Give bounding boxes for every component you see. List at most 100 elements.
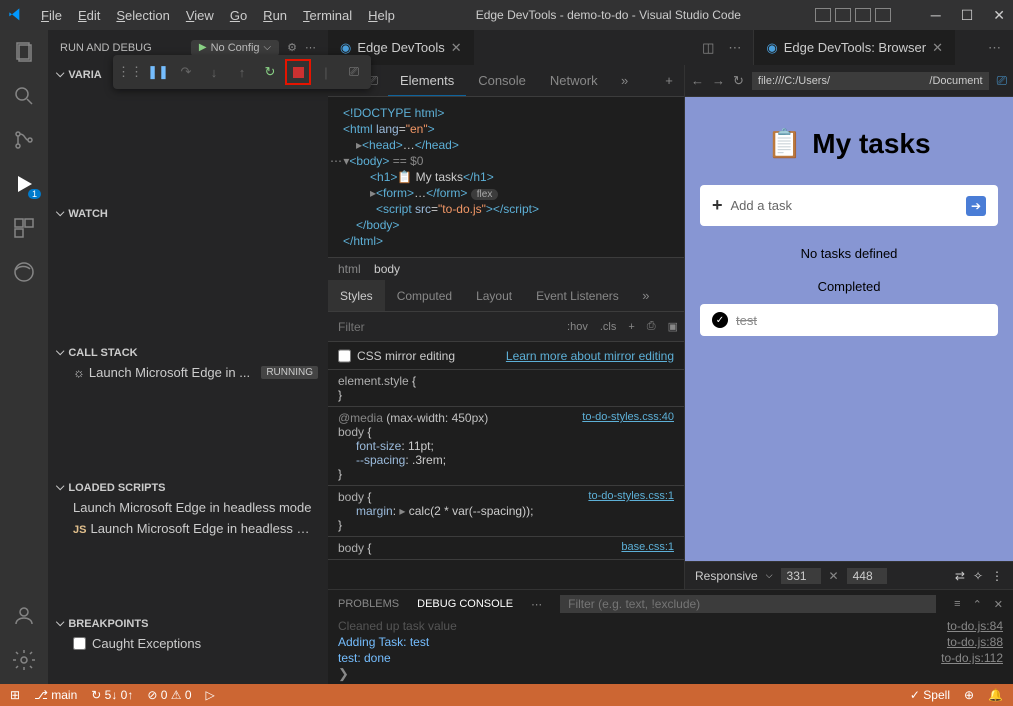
- minimize-button[interactable]: ─: [931, 7, 941, 24]
- hov-button[interactable]: :hov: [561, 321, 594, 333]
- account-icon[interactable]: [12, 604, 36, 628]
- chevron-icon[interactable]: »: [610, 73, 640, 88]
- spell-indicator[interactable]: ✓ Spell: [910, 688, 950, 702]
- menu-view[interactable]: View: [179, 4, 221, 27]
- menu-run[interactable]: Run: [256, 4, 294, 27]
- console-filter[interactable]: [560, 595, 936, 613]
- explorer-icon[interactable]: [12, 40, 36, 64]
- styles-tab[interactable]: Styles: [328, 280, 385, 311]
- listeners-tab[interactable]: Event Listeners: [524, 280, 631, 311]
- layout-icon[interactable]: [875, 8, 891, 22]
- network-tab[interactable]: Network: [538, 65, 610, 96]
- menu-file[interactable]: File: [34, 4, 69, 27]
- bell-icon[interactable]: 🔔: [988, 688, 1003, 702]
- run-debug-icon[interactable]: 1: [12, 172, 36, 196]
- screencast-icon[interactable]: ⎚: [997, 73, 1007, 89]
- chevron-icon[interactable]: »: [631, 288, 661, 303]
- menu-go[interactable]: Go: [223, 4, 254, 27]
- sync-indicator[interactable]: ↻ 5↓ 0↑: [91, 688, 133, 702]
- breadcrumb[interactable]: html body: [328, 257, 684, 280]
- step-over-icon[interactable]: ↷: [173, 59, 199, 85]
- grip-icon[interactable]: ⋮⋮: [117, 59, 143, 85]
- elements-tab[interactable]: Elements: [388, 65, 466, 96]
- rendered-page[interactable]: 📋My tasks + Add a task ➔ No tasks define…: [685, 97, 1013, 561]
- split-icon[interactable]: ◫: [702, 40, 714, 56]
- edge-icon[interactable]: [12, 260, 36, 284]
- more-icon[interactable]: ⋯: [305, 41, 316, 54]
- errors-indicator[interactable]: ⊘ 0 ⚠ 0: [147, 688, 191, 702]
- submit-icon[interactable]: ➔: [966, 196, 986, 216]
- source-control-icon[interactable]: [12, 128, 36, 152]
- loaded-scripts-section[interactable]: ⌵LOADED SCRIPTS: [48, 478, 328, 497]
- print-icon[interactable]: ⎙: [641, 320, 662, 333]
- more-icon[interactable]: ⋮: [991, 569, 1003, 583]
- mirror-link[interactable]: Learn more about mirror editing: [506, 349, 674, 363]
- callstack-section[interactable]: ⌵CALL STACK: [48, 343, 328, 362]
- more-icon[interactable]: ⋯: [531, 598, 542, 611]
- menu-edit[interactable]: Edit: [71, 4, 107, 27]
- menu-help[interactable]: Help: [361, 4, 402, 27]
- mirror-checkbox[interactable]: [338, 349, 351, 363]
- watch-section[interactable]: ⌵WATCH: [48, 204, 328, 223]
- stop-icon[interactable]: [285, 59, 311, 85]
- url-bar[interactable]: file:///C:/Users//Document: [752, 72, 989, 90]
- menu-selection[interactable]: Selection: [109, 4, 176, 27]
- css-rules[interactable]: element.style {} to-do-styles.css:40 @me…: [328, 370, 684, 589]
- close-icon[interactable]: ✕: [994, 598, 1003, 611]
- more-icon[interactable]: ⋯: [988, 40, 1001, 56]
- add-task-input[interactable]: + Add a task ➔: [700, 185, 998, 226]
- layout-tab[interactable]: Layout: [464, 280, 524, 311]
- config-dropdown[interactable]: ▶No Config⌵: [191, 40, 279, 56]
- width-input[interactable]: 331: [781, 568, 821, 584]
- screencast-icon[interactable]: ⎚: [341, 59, 367, 85]
- styles-filter[interactable]: [328, 320, 561, 334]
- layout-icon[interactable]: [835, 8, 851, 22]
- rotate-icon[interactable]: ⇄: [955, 569, 965, 583]
- plus-icon[interactable]: +: [654, 73, 684, 88]
- search-icon[interactable]: [12, 84, 36, 108]
- layout-icon[interactable]: [815, 8, 831, 22]
- loaded-script[interactable]: Launch Microsoft Edge in headless mode: [48, 497, 328, 518]
- plus-icon[interactable]: +: [622, 321, 640, 333]
- console-prompt[interactable]: ❯: [328, 664, 1013, 684]
- step-out-icon[interactable]: ↑: [229, 59, 255, 85]
- close-button[interactable]: ✕: [993, 7, 1005, 24]
- gear-icon[interactable]: ⚙: [287, 41, 297, 54]
- problems-tab[interactable]: PROBLEMS: [338, 598, 399, 610]
- branch-indicator[interactable]: ⎇ main: [34, 688, 77, 702]
- feedback-icon[interactable]: ⊕: [964, 688, 974, 702]
- settings-icon[interactable]: [12, 648, 36, 672]
- close-icon[interactable]: ✕: [451, 40, 462, 56]
- extensions-icon[interactable]: [12, 216, 36, 240]
- maximize-button[interactable]: ☐: [961, 7, 974, 24]
- restart-icon[interactable]: ↻: [257, 59, 283, 85]
- reload-icon[interactable]: ↻: [733, 73, 744, 89]
- chevron-up-icon[interactable]: ⌃: [973, 598, 982, 611]
- callstack-item[interactable]: ☼Launch Microsoft Edge in ... RUNNING: [48, 362, 328, 383]
- computed-tab[interactable]: Computed: [385, 280, 464, 311]
- task-item[interactable]: ✓ test: [700, 304, 998, 336]
- close-icon[interactable]: ✕: [932, 40, 943, 56]
- cls-button[interactable]: .cls: [594, 321, 623, 333]
- dom-tree[interactable]: <!DOCTYPE html> <html lang="en"> ▸<head>…: [328, 97, 684, 257]
- caught-exceptions-checkbox[interactable]: Caught Exceptions: [48, 633, 328, 654]
- responsive-dropdown[interactable]: Responsive: [695, 569, 758, 583]
- menu-terminal[interactable]: Terminal: [296, 4, 359, 27]
- list-icon[interactable]: ≡: [954, 598, 960, 611]
- debug-icon[interactable]: ▷: [206, 688, 215, 702]
- back-icon[interactable]: ←: [691, 73, 704, 88]
- height-input[interactable]: 448: [847, 568, 887, 584]
- step-into-icon[interactable]: ↓: [201, 59, 227, 85]
- pause-icon[interactable]: ❚❚: [145, 59, 171, 85]
- debug-console-tab[interactable]: DEBUG CONSOLE: [417, 598, 513, 610]
- tab-edge-browser[interactable]: ◉ Edge DevTools: Browser ✕: [753, 30, 956, 65]
- layout-icon[interactable]: [855, 8, 871, 22]
- wand-icon[interactable]: ✧: [973, 569, 983, 583]
- remote-icon[interactable]: ⊞: [10, 688, 20, 702]
- more-icon[interactable]: ⋯: [728, 40, 741, 56]
- console-tab[interactable]: Console: [466, 65, 538, 96]
- breakpoints-section[interactable]: ⌵BREAKPOINTS: [48, 614, 328, 633]
- forward-icon[interactable]: →: [712, 73, 725, 88]
- computed-toggle-icon[interactable]: ▣: [662, 320, 684, 333]
- loaded-script[interactable]: JSLaunch Microsoft Edge in headless m...: [48, 518, 328, 539]
